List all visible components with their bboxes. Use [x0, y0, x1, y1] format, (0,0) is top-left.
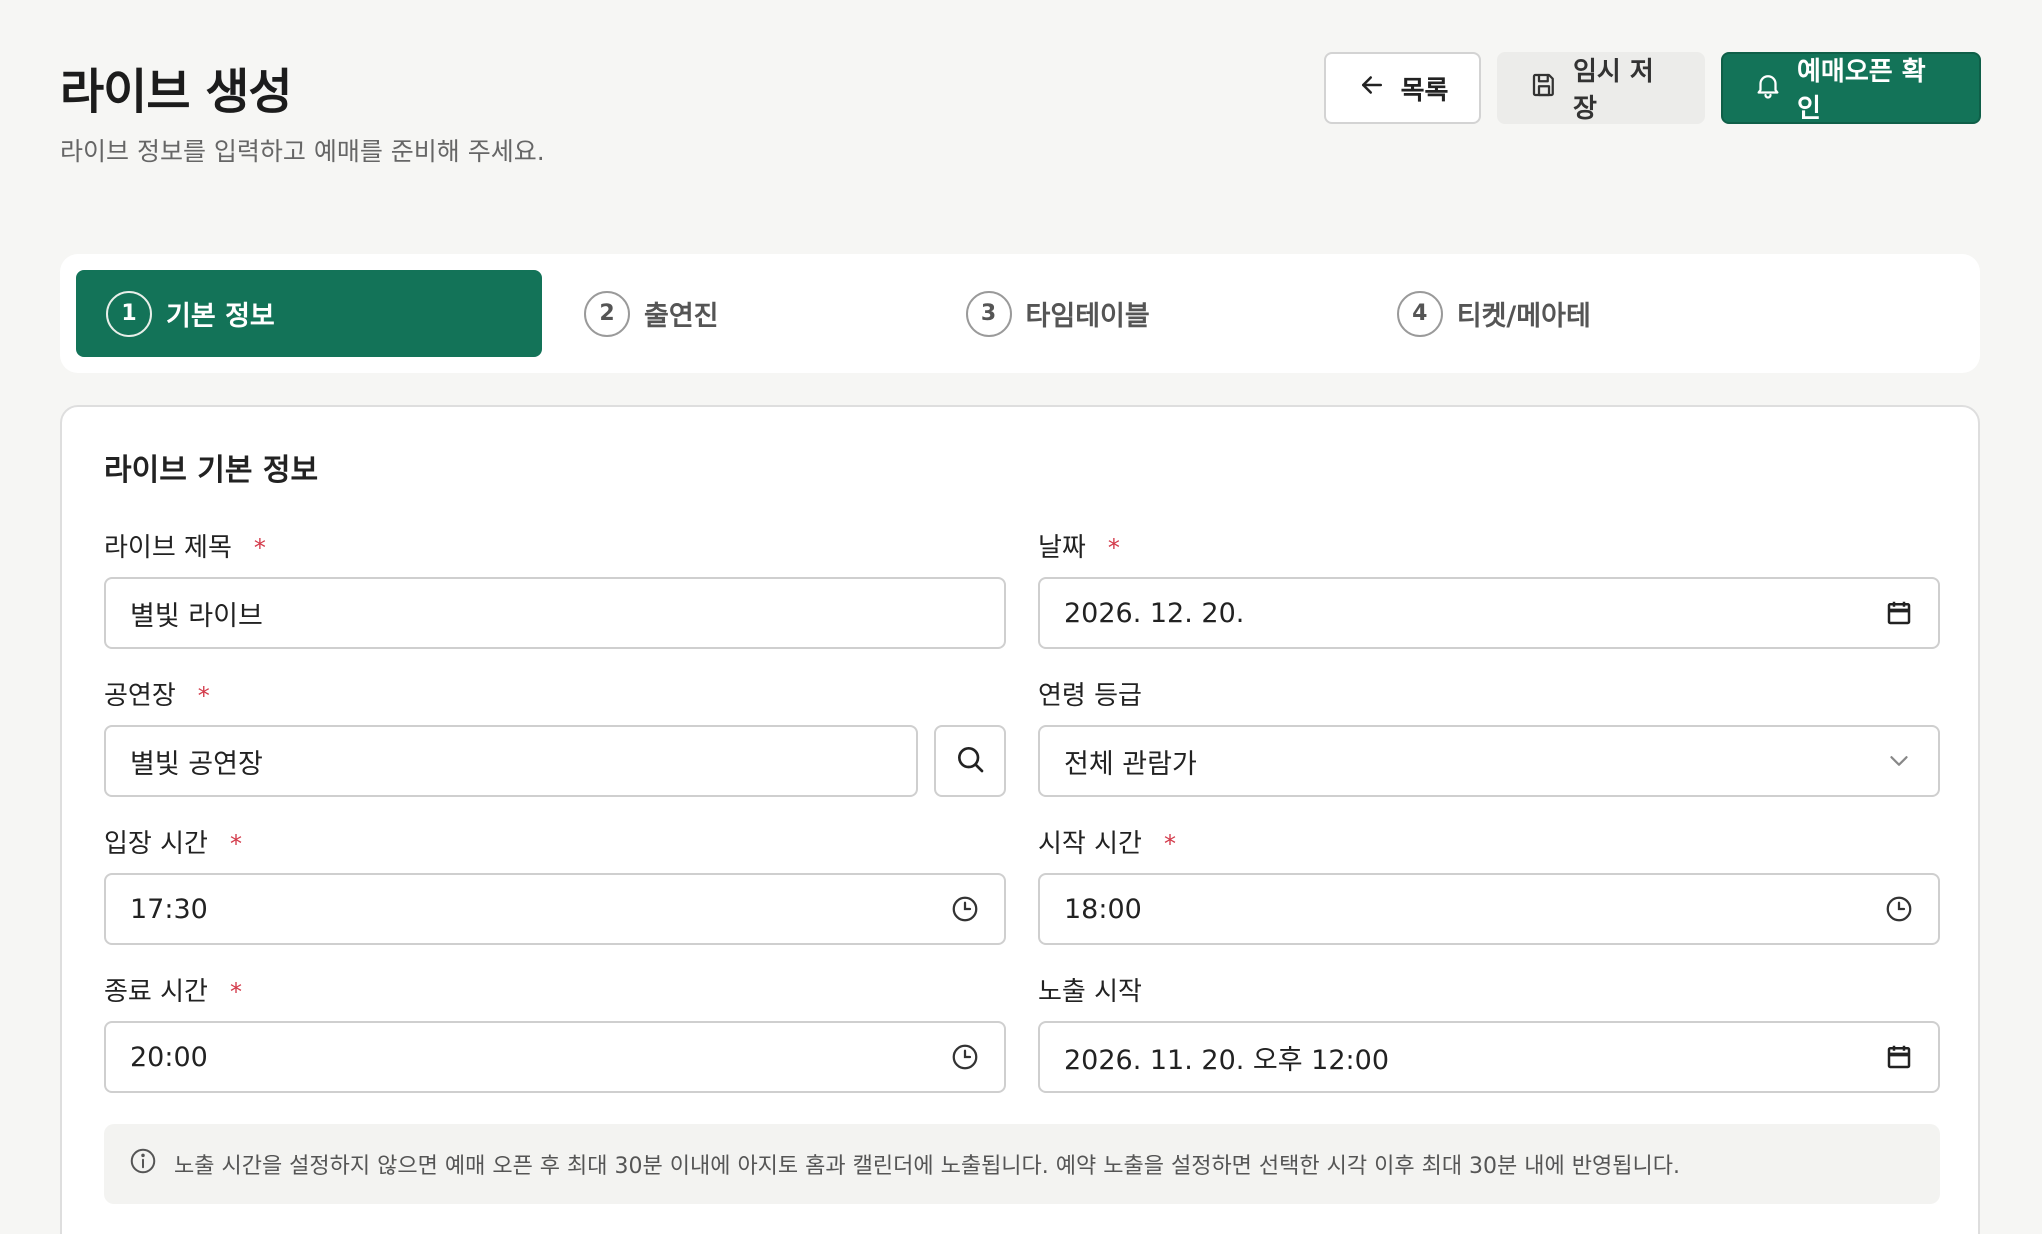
live-title-label: 라이브 제목 * — [104, 527, 266, 564]
required-mark: * — [253, 534, 266, 562]
venue-search-button[interactable] — [934, 725, 1006, 797]
exposure-start-value: 2026. 11. 20. 오후 12:00 — [1064, 1044, 1389, 1076]
required-mark: * — [1107, 534, 1120, 562]
header-actions: 목록 임시 저장 예매오픈 확인 — [1324, 52, 1981, 124]
exposure-notice: 노출 시간을 설정하지 않으면 예매 오픈 후 최대 30분 이내에 아지토 홈… — [104, 1124, 1940, 1204]
save-icon — [1529, 70, 1559, 107]
entry-time-label-text: 입장 시간 — [104, 829, 208, 859]
save-draft-label: 임시 저장 — [1573, 57, 1654, 124]
date-label: 날짜 * — [1038, 527, 1120, 564]
step-label: 기본 정보 — [166, 301, 275, 332]
search-icon — [954, 743, 986, 779]
venue-input[interactable]: 별빛 공연장 — [104, 725, 918, 797]
step-timetable[interactable]: 3 타임테이블 — [936, 270, 1150, 357]
confirm-ticket-open-button[interactable]: 예매오픈 확인 — [1721, 52, 1981, 124]
live-title-input[interactable]: 별빛 라이브 — [104, 577, 1006, 649]
clock-icon[interactable] — [950, 1042, 980, 1072]
step-ticket-meta[interactable]: 4 티켓/메아테 — [1367, 270, 1591, 357]
end-time-input[interactable]: 20:00 — [104, 1021, 1006, 1093]
calendar-icon[interactable] — [1884, 1042, 1914, 1072]
chevron-down-icon — [1884, 746, 1914, 776]
venue-value: 별빛 공연장 — [130, 748, 263, 780]
clock-icon[interactable] — [950, 894, 980, 924]
step-basic-info[interactable]: 1 기본 정보 — [76, 270, 542, 357]
basic-info-card: 라이브 기본 정보 라이브 제목 * 별빛 라이브 날짜 * 2026. 12. 2… — [60, 405, 1980, 1234]
step-label: 티켓/메아테 — [1456, 301, 1591, 332]
step-number: 4 — [1396, 290, 1443, 337]
save-draft-button[interactable]: 임시 저장 — [1497, 52, 1705, 124]
exposure-start-input[interactable]: 2026. 11. 20. 오후 12:00 — [1038, 1021, 1940, 1093]
required-mark: * — [197, 682, 210, 710]
age-rating-value: 전체 관람가 — [1064, 748, 1197, 780]
step-navigation: 1 기본 정보 2 출연진 3 타임테이블 4 티켓/메아테 — [60, 254, 1980, 373]
live-title-value: 별빛 라이브 — [130, 600, 263, 632]
live-create-page: 라이브 생성 라이브 정보를 입력하고 예매를 준비해 주세요. 목록 임시 저… — [0, 0, 2042, 1234]
required-mark: * — [1163, 830, 1176, 858]
confirm-ticket-open-label: 예매오픈 확인 — [1797, 57, 1926, 124]
date-value: 2026. 12. 20. — [1064, 597, 1245, 629]
step-number: 2 — [584, 290, 630, 337]
end-time-label-text: 종료 시간 — [104, 977, 208, 1007]
venue-label-text: 공연장 — [104, 681, 176, 711]
step-number: 3 — [965, 290, 1012, 337]
entry-time-input[interactable]: 17:30 — [104, 873, 1006, 945]
step-number: 1 — [106, 290, 152, 337]
section-title: 라이브 기본 정보 — [104, 453, 319, 488]
step-cast[interactable]: 2 출연진 — [554, 270, 719, 357]
calendar-icon[interactable] — [1884, 598, 1914, 628]
exposure-start-label: 노출 시작 — [1038, 971, 1142, 1008]
back-to-list-button[interactable]: 목록 — [1324, 52, 1481, 124]
age-rating-label-text: 연령 등급 — [1038, 681, 1142, 711]
page-title: 라이브 생성 — [60, 64, 293, 120]
page-subtitle: 라이브 정보를 입력하고 예매를 준비해 주세요. — [60, 137, 545, 166]
venue-label: 공연장 * — [104, 675, 210, 712]
age-rating-select[interactable]: 전체 관람가 — [1038, 725, 1940, 797]
exposure-start-label-text: 노출 시작 — [1038, 977, 1142, 1007]
date-label-text: 날짜 — [1038, 533, 1086, 563]
required-mark: * — [229, 978, 242, 1006]
required-mark: * — [229, 830, 242, 858]
start-time-value: 18:00 — [1064, 893, 1142, 925]
entry-time-label: 입장 시간 * — [104, 823, 242, 860]
info-icon — [128, 1146, 158, 1182]
start-time-input[interactable]: 18:00 — [1038, 873, 1940, 945]
age-rating-label: 연령 등급 — [1038, 675, 1142, 712]
end-time-label: 종료 시간 * — [104, 971, 242, 1008]
step-label: 타임테이블 — [1025, 301, 1150, 332]
live-title-label-text: 라이브 제목 — [104, 533, 232, 563]
start-time-label: 시작 시간 * — [1038, 823, 1176, 860]
bell-icon — [1753, 70, 1783, 107]
clock-icon[interactable] — [1884, 894, 1914, 924]
date-input[interactable]: 2026. 12. 20. — [1038, 577, 1940, 649]
start-time-label-text: 시작 시간 — [1038, 829, 1142, 859]
entry-time-value: 17:30 — [130, 893, 208, 925]
arrow-left-icon — [1357, 70, 1387, 107]
back-to-list-label: 목록 — [1400, 75, 1449, 106]
end-time-value: 20:00 — [130, 1041, 208, 1073]
step-label: 출연진 — [644, 301, 719, 332]
notice-text: 노출 시간을 설정하지 않으면 예매 오픈 후 최대 30분 이내에 아지토 홈… — [174, 1154, 1680, 1179]
